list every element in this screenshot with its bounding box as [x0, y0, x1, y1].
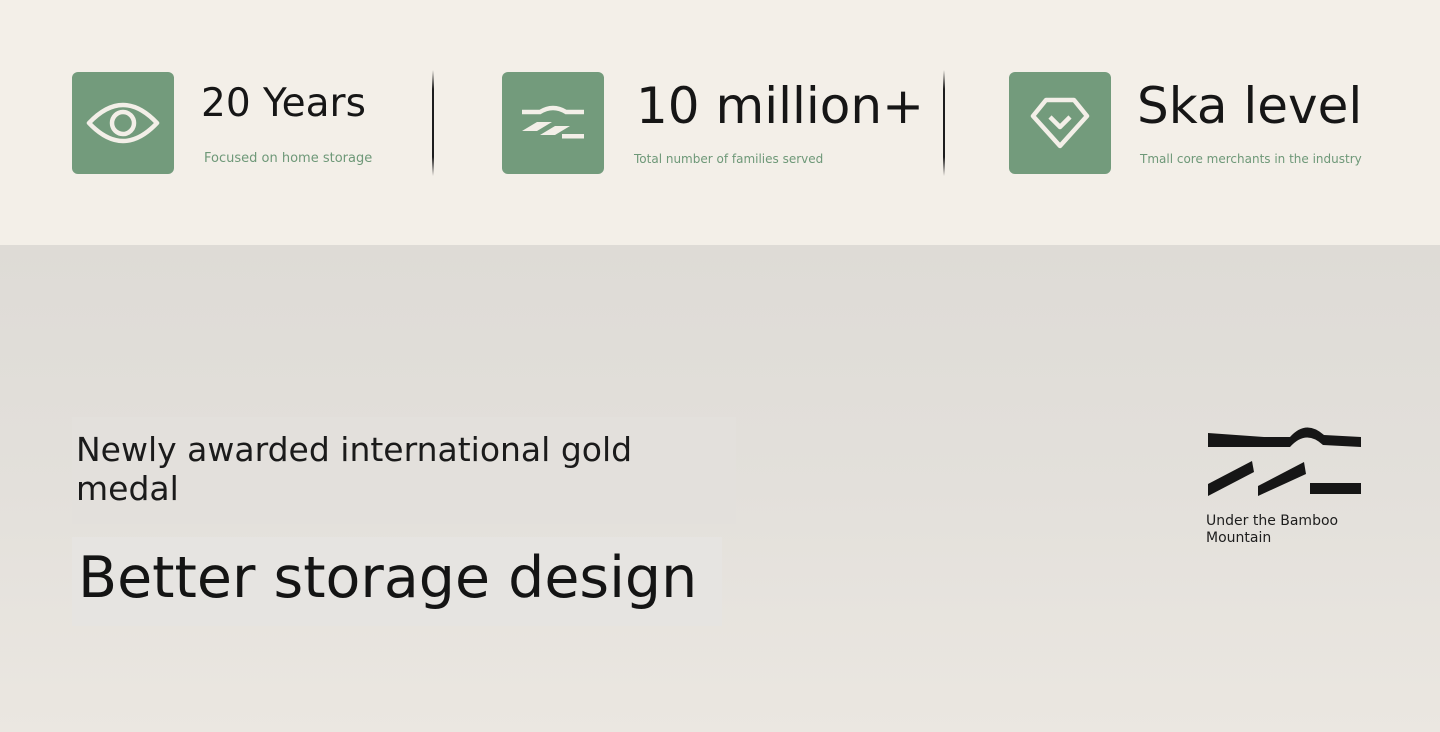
stat-divider [943, 70, 945, 176]
stat-years: 20 Years Focused on home storage [72, 72, 412, 174]
stat-icon-box [1009, 72, 1111, 174]
wave-lines-icon [522, 105, 584, 139]
page-headline: Better storage design [78, 545, 698, 611]
stat-value: Ska level [1137, 77, 1363, 135]
stats-band: 20 Years Focused on home storage 10 mill… [0, 0, 1440, 245]
stat-icon-box [72, 72, 174, 174]
brand-logo [1206, 424, 1362, 504]
stat-caption: Focused on home storage [204, 151, 373, 166]
eye-icon [86, 102, 160, 144]
stat-value: 10 million+ [636, 77, 924, 135]
mountain-wave-logo [1208, 427, 1361, 496]
stat-value: 20 Years [201, 81, 366, 126]
stat-families: 10 million+ Total number of families ser… [502, 72, 924, 174]
stat-caption: Total number of families served [634, 152, 824, 166]
stat-caption: Tmall core merchants in the industry [1140, 152, 1362, 166]
stat-icon-box [502, 72, 604, 174]
stat-divider [432, 70, 434, 176]
brand-name: Under the Bamboo Mountain [1206, 513, 1339, 546]
diamond-icon [1030, 97, 1090, 149]
award-text: Newly awarded international gold medal [76, 430, 633, 508]
stat-level: Ska level Tmall core merchants in the in… [1009, 72, 1409, 174]
